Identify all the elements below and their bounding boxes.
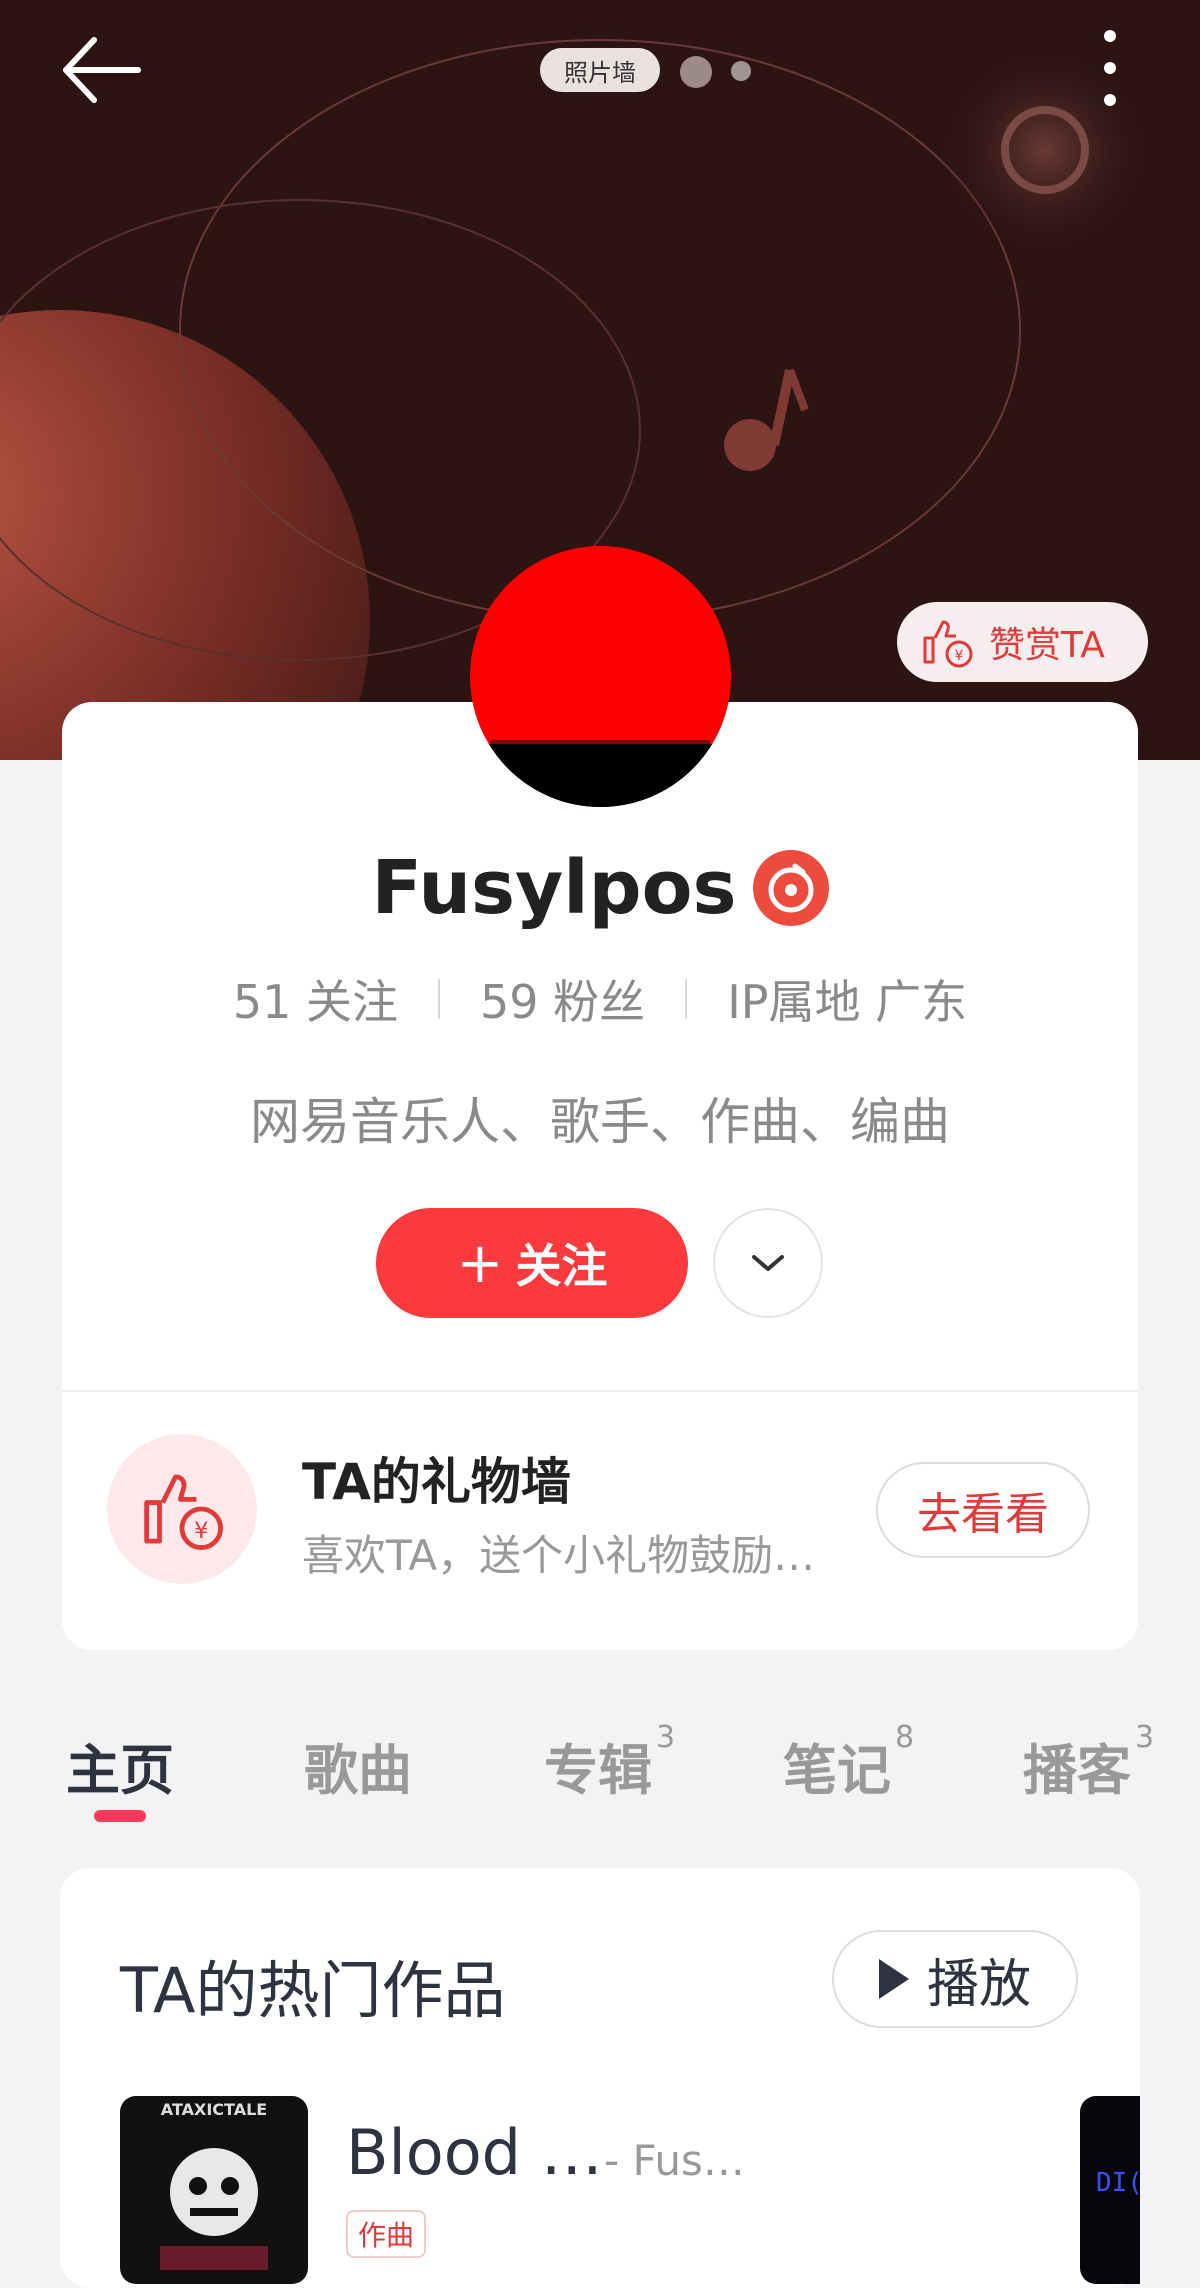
chevron-down-icon [752,1255,784,1271]
photo-wall-tag[interactable]: 照片墙 [540,48,660,92]
follow-label: 关注 [515,1239,608,1293]
cover-text: ATAXICTALE [160,2100,268,2119]
thumbs-up-yen-icon: ¥ [144,1474,223,1550]
song-title[interactable]: Blood … [346,2116,603,2189]
recommend-dropdown-button[interactable] [713,1208,823,1318]
tab-songs[interactable]: 歌曲 [304,1726,412,1805]
gift-wall-icon: ¥ [107,1434,257,1584]
cover-text: DI( [1096,2168,1140,2198]
song-cover[interactable]: ATAXICTALE [120,2096,308,2284]
avatar[interactable] [470,546,731,807]
card-divider [62,1390,1138,1392]
name-row: Fusylpos [0,838,1200,938]
svg-text:¥: ¥ [955,648,964,664]
svg-text:¥: ¥ [194,1518,208,1544]
user-bio: 网易音乐人、歌手、作曲、编曲 [250,1093,950,1151]
tab-count: 3 [656,1720,676,1755]
active-tab-indicator [94,1810,146,1822]
follow-button[interactable]: + 关注 [376,1208,688,1318]
plus-icon: + [456,1230,504,1296]
tab-count: 3 [1135,1720,1155,1755]
gift-wall-title: TA的礼物墙 [302,1453,571,1511]
musician-badge-icon[interactable] [752,850,829,926]
tab-podcasts[interactable]: 播客3 [1023,1720,1154,1805]
back-button[interactable] [58,30,148,110]
user-name: Fusylpos [371,845,737,931]
reward-button[interactable]: ¥ 赞赏TA [897,602,1148,682]
play-label: 播放 [926,1954,1031,2015]
gift-wall-view-button[interactable]: 去看看 [876,1462,1090,1558]
tab-count: 8 [895,1720,915,1755]
tab-notes[interactable]: 笔记8 [783,1720,914,1805]
tab-albums[interactable]: 专辑3 [544,1720,675,1805]
song-artist: - Fus… [604,2136,745,2185]
gift-wall-subtitle: 喜欢TA，送个小礼物鼓励… [302,1531,816,1580]
back-arrow-icon [63,37,141,103]
next-song-cover[interactable]: DI( [1080,2096,1140,2284]
page-indicator-dot [731,61,751,81]
thumbs-up-yen-icon: ¥ [923,620,973,668]
role-tag: 作曲 [346,2210,427,2258]
following-count[interactable]: 51 关注 [233,966,398,1032]
divider [438,979,441,1019]
cover-art [160,2148,268,2270]
reward-label: 赞赏TA [989,625,1105,666]
profile-tabs: 主页 歌曲 专辑3 笔记8 播客3 [0,1720,1200,1826]
ip-location: IP属地 广东 [727,975,968,1029]
divider [685,979,688,1019]
more-button[interactable] [1090,28,1130,108]
stats-row: 51 关注 59 粉丝 IP属地 广东 [0,966,1200,1032]
tab-home[interactable]: 主页 [66,1726,174,1805]
more-vertical-icon [1104,30,1116,106]
play-all-button[interactable]: 播放 [832,1930,1078,2028]
followers-count[interactable]: 59 粉丝 [480,966,645,1032]
hot-works-title: TA的热门作品 [120,1954,506,2027]
page-indicator-dot [680,56,712,88]
play-icon [878,1959,909,1999]
